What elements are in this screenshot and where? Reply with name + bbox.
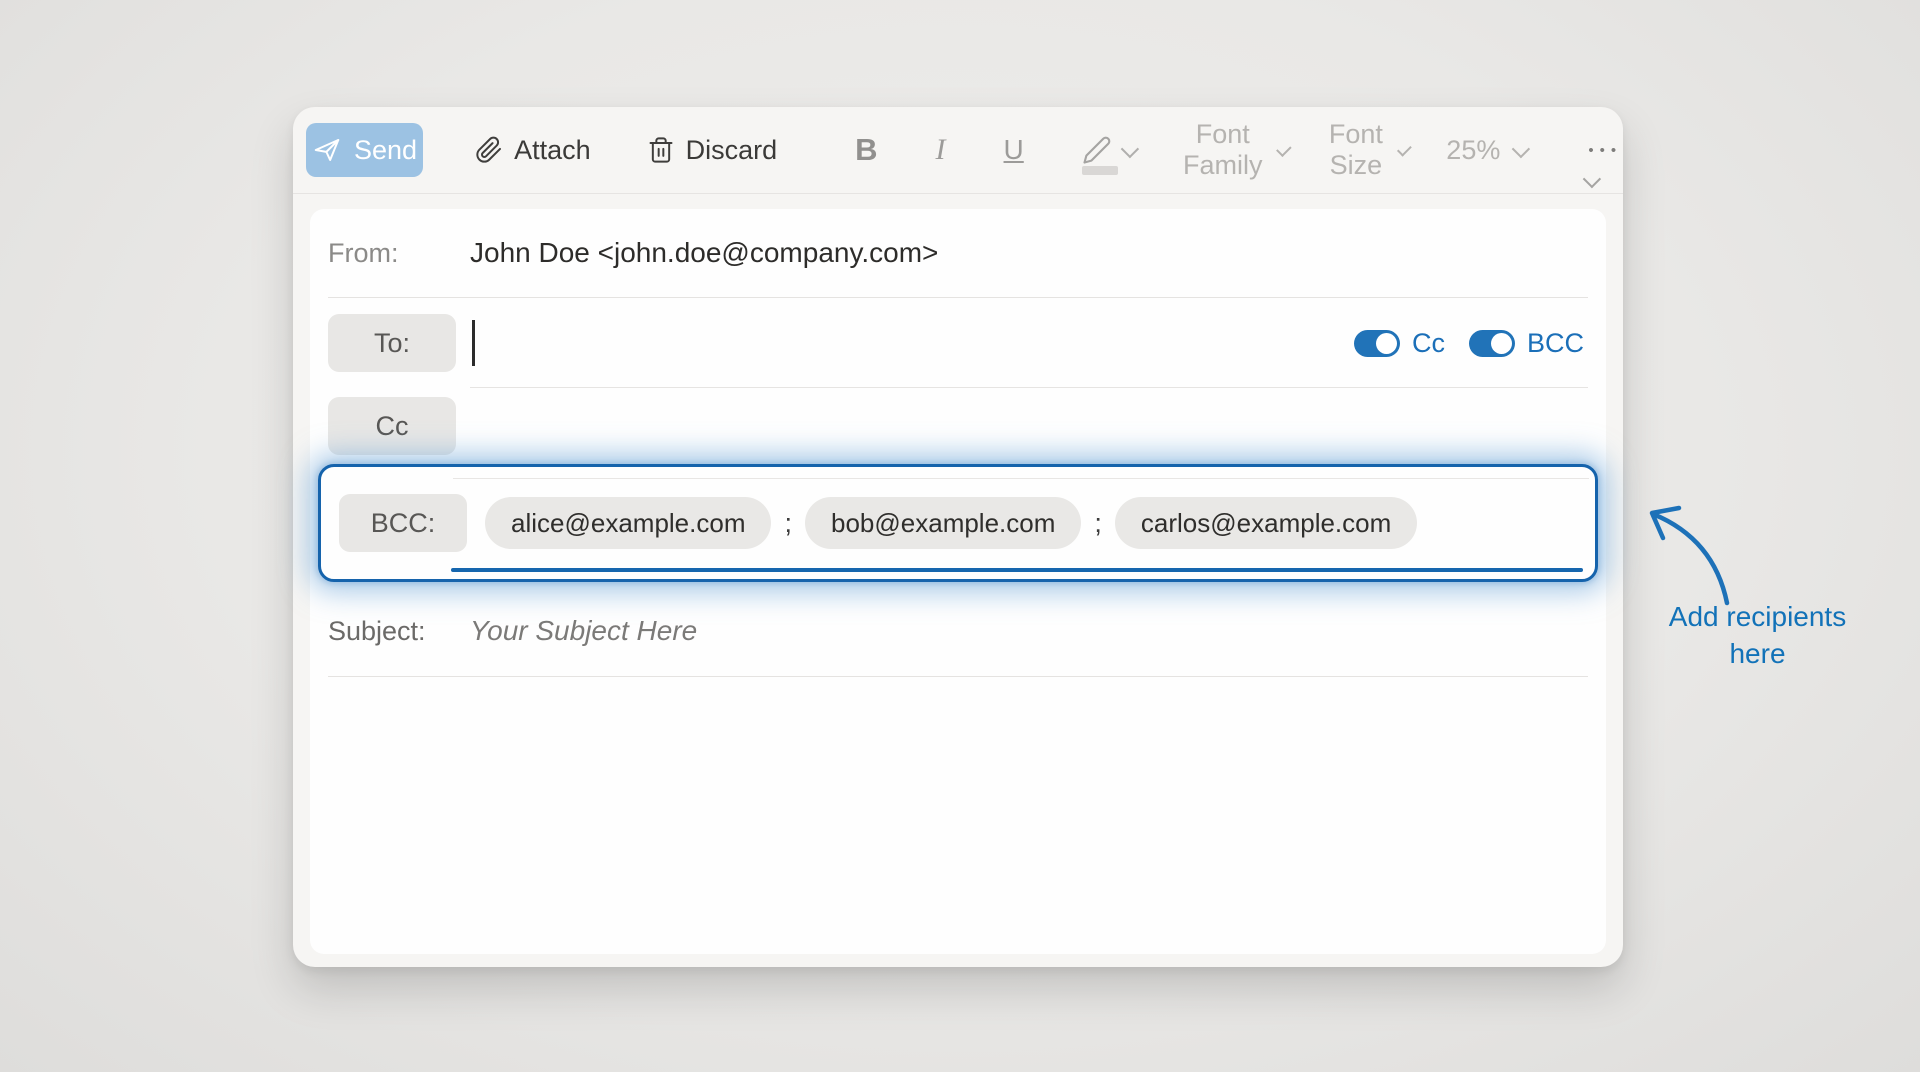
overflow-menu-button[interactable]: ••• (1586, 142, 1624, 159)
from-value: John Doe <john.doe@company.com> (470, 237, 938, 269)
attach-button[interactable]: Attach (475, 135, 591, 166)
to-row[interactable]: To: Cc BCC (328, 298, 1588, 388)
toggle-knob (1491, 333, 1512, 354)
subject-row[interactable]: Subject: Your Subject Here (328, 586, 1588, 677)
recipient-pill[interactable]: bob@example.com (805, 497, 1081, 549)
desktop-background: { "toolbar": { "send_label": "Send", "at… (0, 0, 1920, 1072)
zoom-value: 25% (1446, 135, 1500, 166)
discard-button[interactable]: Discard (647, 135, 778, 166)
discard-button-label: Discard (686, 135, 778, 166)
font-size-label: Font Size (1326, 119, 1385, 181)
recipient-separator: ; (784, 508, 792, 539)
bcc-toggle[interactable] (1469, 330, 1515, 357)
bold-button[interactable]: B (849, 131, 883, 169)
chevron-down-icon (1276, 141, 1291, 156)
bcc-row-highlighted[interactable]: BCC: alice@example.com ; bob@example.com… (318, 464, 1598, 582)
recipient-pill[interactable]: carlos@example.com (1115, 497, 1417, 549)
message-body-input[interactable] (328, 677, 1588, 954)
italic-button[interactable]: I (930, 132, 952, 168)
cc-toggle[interactable] (1354, 330, 1400, 357)
annotation-line-2: here (1630, 636, 1885, 673)
chevron-down-icon (1583, 170, 1601, 188)
recipient-toggles: Cc BCC (1354, 328, 1584, 359)
send-button[interactable]: Send (306, 123, 423, 177)
divider (453, 478, 1589, 479)
subject-placeholder: Your Subject Here (470, 615, 697, 647)
highlight-color-button[interactable] (1076, 134, 1141, 166)
bcc-toggle-label: BCC (1527, 328, 1584, 359)
subject-label: Subject: (328, 616, 470, 647)
chevron-down-icon (1120, 139, 1138, 157)
highlight-color-swatch (1082, 166, 1118, 175)
highlighter-pen-icon (1082, 135, 1112, 165)
font-family-label: Font Family (1181, 119, 1265, 181)
from-row: From: John Doe <john.doe@company.com> (328, 209, 1588, 298)
recipient-pill[interactable]: alice@example.com (485, 497, 771, 549)
paperclip-icon (475, 136, 503, 164)
bcc-active-underline (451, 568, 1583, 572)
attach-button-label: Attach (514, 135, 591, 166)
recipient-separator: ; (1094, 508, 1102, 539)
annotation-line-1: Add recipients (1630, 599, 1885, 636)
annotation-text: Add recipients here (1630, 599, 1885, 673)
collapse-ribbon-button[interactable] (1578, 173, 1603, 191)
text-cursor (472, 320, 475, 366)
font-family-dropdown[interactable]: Font Family (1181, 119, 1287, 181)
compose-window: Send Attach Discard B I U (293, 107, 1623, 967)
font-size-dropdown[interactable]: Font Size (1326, 119, 1406, 181)
send-plane-icon (312, 135, 342, 165)
underline-button[interactable]: U (998, 133, 1030, 167)
cc-row[interactable]: Cc (328, 388, 1588, 464)
to-label-button[interactable]: To: (328, 314, 456, 372)
cc-label-button[interactable]: Cc (328, 397, 456, 455)
toggle-knob (1376, 333, 1397, 354)
bcc-recipient-list: alice@example.com ; bob@example.com ; ca… (485, 497, 1417, 549)
chevron-down-icon (1397, 141, 1412, 156)
send-button-label: Send (354, 135, 417, 166)
chevron-down-icon (1512, 139, 1530, 157)
bcc-label-button[interactable]: BCC: (339, 494, 467, 552)
trash-icon (647, 136, 675, 164)
cc-toggle-label: Cc (1412, 328, 1445, 359)
message-panel: From: John Doe <john.doe@company.com> To… (310, 209, 1606, 954)
zoom-dropdown[interactable]: 25% (1446, 135, 1526, 166)
compose-toolbar: Send Attach Discard B I U (293, 107, 1623, 194)
from-label: From: (328, 238, 470, 269)
